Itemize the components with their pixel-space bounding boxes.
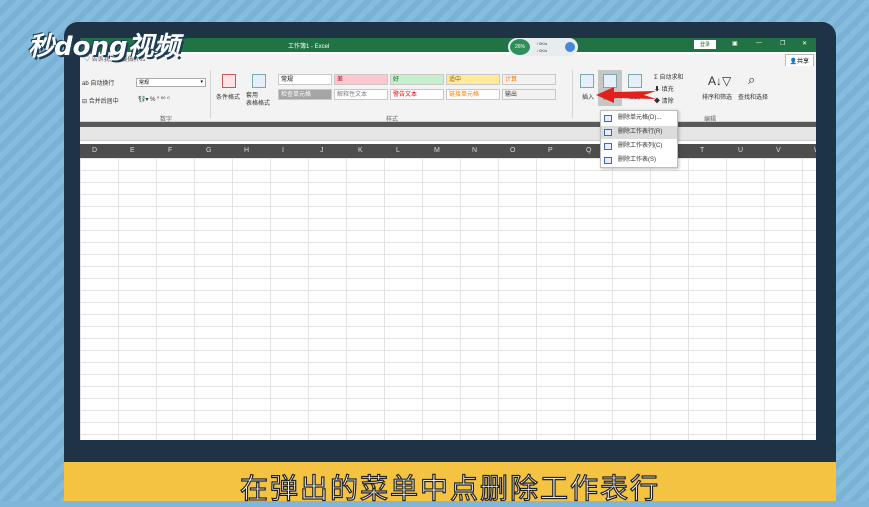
conditional-format-label[interactable]: 条件格式 (216, 92, 240, 101)
subtitle-text: 在弹出的菜单中点删除工作表行 (239, 471, 660, 505)
autosum-label: 自动求和 (659, 75, 684, 81)
network-speed-widget: 26% ↑ 0K/s ↓ 0K/s (508, 38, 578, 56)
autosum-button[interactable]: Σ 自动求和 (654, 72, 683, 81)
column-header[interactable]: L (396, 147, 400, 154)
ribbon-display-icon[interactable]: ▣ (732, 40, 738, 47)
column-header[interactable]: G (206, 147, 211, 154)
column-header[interactable]: O (510, 147, 515, 154)
insert-cells-icon[interactable] (580, 74, 594, 88)
tell-me-bar[interactable]: ♡ 告诉我你想要做什么 (80, 54, 816, 66)
window-title: 工作簿1 - Excel (288, 44, 330, 50)
divider (210, 70, 211, 118)
menu-item[interactable]: 删除工作表行(R) (601, 126, 677, 139)
insert-button-label[interactable]: 插入 (582, 92, 594, 101)
chevron-down-icon: ▾ (200, 79, 203, 85)
cell-style-option[interactable]: 常规 (278, 74, 332, 85)
column-headers: DEFGHIJKLMNOPQRSTUVW (80, 144, 816, 158)
cell-style-option[interactable]: 检查单元格 (278, 89, 332, 100)
delete-option-icon (604, 157, 612, 164)
menu-item-label: 删除工作表列(C) (618, 143, 663, 149)
table-format-label[interactable]: 套用 表格格式 (246, 92, 270, 108)
person-icon: 👤 (789, 59, 797, 65)
red-arrow-annotation (596, 87, 656, 103)
cell-grid[interactable] (80, 158, 816, 440)
formula-bar[interactable] (80, 127, 816, 141)
logo-watermark: 秒dong视频 (28, 32, 180, 62)
menu-item-label: 删除单元格(D)... (618, 115, 662, 121)
column-header[interactable]: Q (586, 147, 591, 154)
column-header[interactable]: F (168, 147, 172, 154)
column-header[interactable]: U (738, 147, 743, 154)
cell-style-option[interactable]: 适中 (446, 74, 500, 85)
maximize-icon[interactable]: ❐ (780, 40, 785, 47)
cell-style-option[interactable]: 计算 (502, 74, 556, 85)
cell-style-option[interactable]: 好 (390, 74, 444, 85)
column-header[interactable]: D (92, 147, 97, 154)
menu-item[interactable]: 删除工作表(S) (601, 154, 677, 167)
conditional-format-icon[interactable] (222, 74, 236, 88)
cell-style-option[interactable]: 差 (334, 74, 388, 85)
column-header[interactable]: P (548, 147, 553, 154)
column-header[interactable]: E (130, 147, 135, 154)
column-header[interactable]: J (320, 147, 324, 154)
column-header[interactable]: H (244, 147, 249, 154)
column-header[interactable]: V (776, 147, 781, 154)
column-header[interactable]: T (700, 147, 704, 154)
menu-item-label: 删除工作表行(R) (618, 129, 663, 135)
find-select-label[interactable]: 查找和选择 (738, 92, 768, 101)
number-format-value: 常规 (139, 80, 150, 86)
column-header[interactable]: N (472, 147, 477, 154)
delete-option-icon (604, 115, 612, 122)
delete-dropdown-menu: 删除单元格(D)... 删除工作表行(R) 删除工作表列(C) 删除工作表(S) (600, 110, 678, 168)
subtitle-bar: 在弹出的菜单中点删除工作表行 (64, 462, 836, 506)
cell-style-option[interactable]: 警告文本 (390, 89, 444, 100)
merge-center-button[interactable]: ⊟ 合并后居中 (82, 96, 119, 105)
column-header[interactable]: W (814, 147, 816, 154)
cell-style-option[interactable]: 输出 (502, 89, 556, 100)
title-bar: 工作簿1 - Excel 登录 ▣ — ❐ ✕ (80, 38, 816, 52)
close-icon[interactable]: ✕ (802, 40, 807, 47)
cell-style-option[interactable]: 解释性文本 (334, 89, 388, 100)
share-label: 共享 (796, 59, 809, 65)
minimize-icon[interactable]: — (756, 40, 762, 46)
plus-icon[interactable] (565, 42, 575, 52)
column-header[interactable]: M (434, 147, 440, 154)
upload-speed: ↑ 0K/s (536, 41, 548, 46)
number-format-icons[interactable]: 💱▾ % ❜ ⁰⁰ ⁰ (138, 96, 170, 103)
percent-badge: 26% (510, 39, 530, 55)
menu-item-label: 删除工作表(S) (618, 157, 656, 163)
wrap-text-button[interactable]: ab 自动换行 (82, 78, 114, 87)
delete-option-icon (604, 129, 612, 136)
menu-item[interactable]: 删除单元格(D)... (601, 112, 677, 125)
delete-option-icon (604, 143, 612, 150)
login-button[interactable]: 登录 (694, 40, 717, 49)
download-speed: ↓ 0K/s (536, 48, 548, 53)
number-format-select[interactable]: 常规 ▾ (136, 78, 206, 87)
column-header[interactable]: I (282, 147, 284, 154)
search-icon[interactable]: ⌕ (748, 72, 755, 88)
cell-style-option[interactable]: 链接单元格 (446, 89, 500, 100)
column-header[interactable]: K (358, 147, 363, 154)
table-format-icon[interactable] (252, 74, 266, 88)
merge-center-label: 合并后居中 (88, 99, 119, 105)
divider (572, 70, 573, 118)
menu-item[interactable]: 删除工作表列(C) (601, 140, 677, 153)
wrap-text-label: 自动换行 (90, 81, 115, 87)
